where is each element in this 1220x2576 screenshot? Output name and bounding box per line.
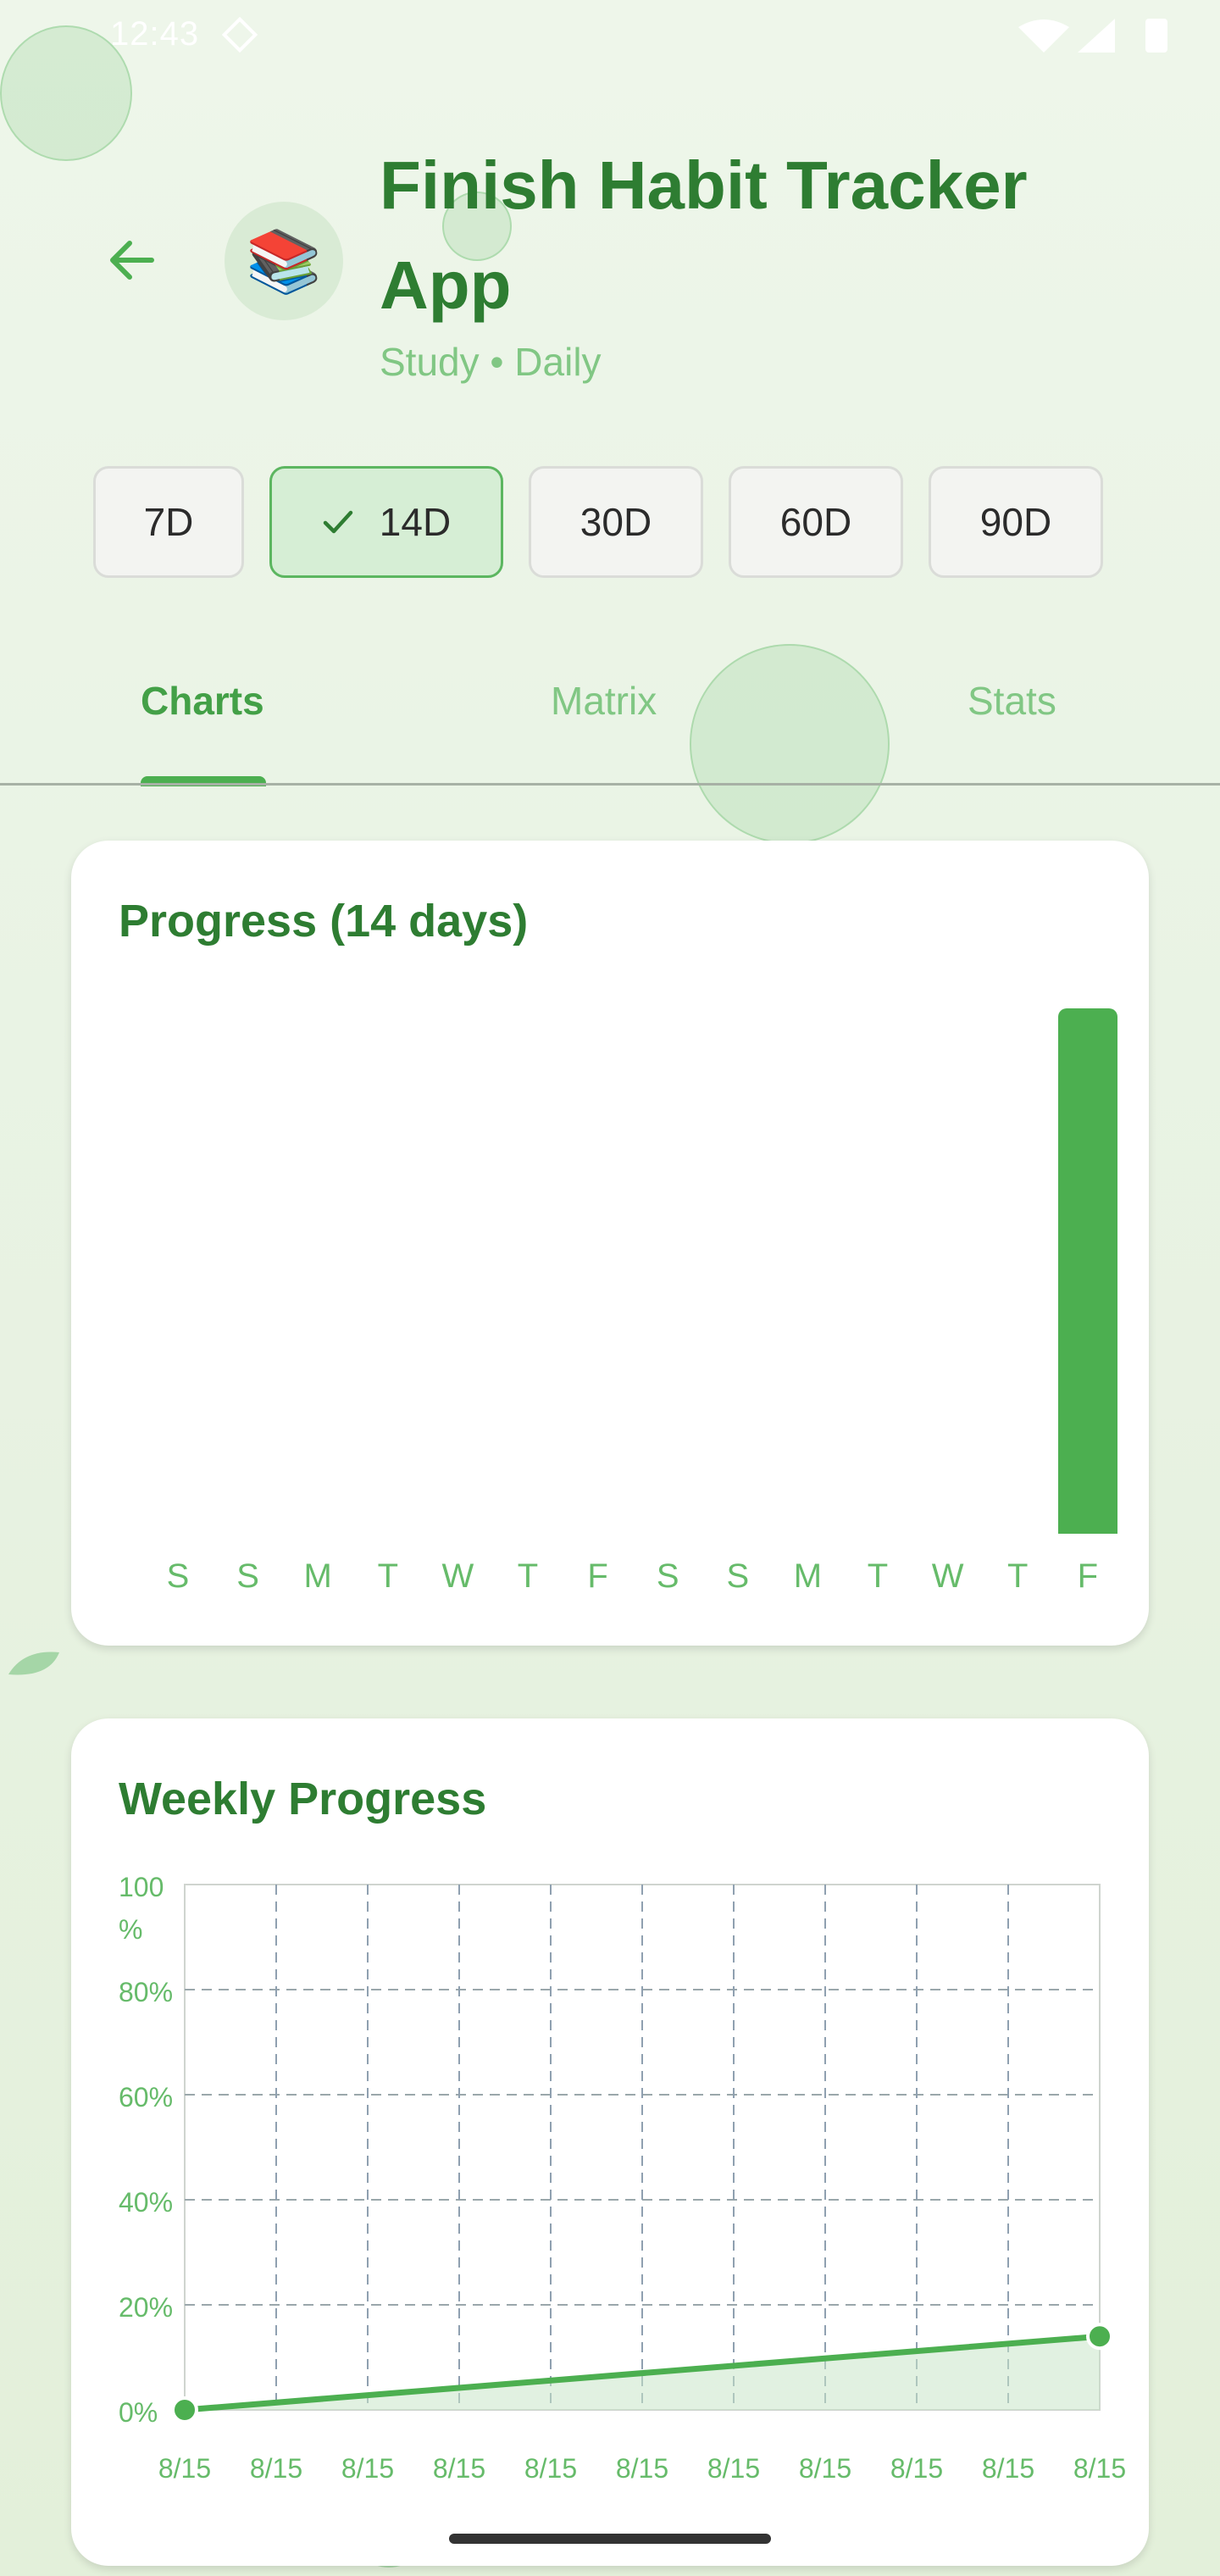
y-tick-label: 0% <box>119 2397 158 2428</box>
range-chip-30d[interactable]: 30D <box>529 466 703 578</box>
page-title: Finish Habit Tracker App <box>380 147 1028 323</box>
range-chip-label: 60D <box>779 500 852 544</box>
y-tick-label: 20% <box>119 2292 173 2323</box>
x-tick-label: 8/15 <box>524 2453 577 2484</box>
progress-bar <box>1057 1008 1117 1534</box>
status-bar: 12:43 <box>0 0 1220 71</box>
tab-charts[interactable]: Charts <box>141 678 264 724</box>
check-icon <box>323 510 353 534</box>
signal-icon <box>1078 19 1115 53</box>
tab-stats[interactable]: Stats <box>968 678 1056 724</box>
y-tick-label: 60% <box>119 2082 173 2112</box>
x-tick-label: 8/15 <box>890 2453 943 2484</box>
home-indicator <box>449 2534 771 2544</box>
progress-bar-chart: SSMTWTFSSMTWTF <box>71 841 1149 1654</box>
day-label: M <box>303 1557 332 1595</box>
x-tick-label: 8/15 <box>799 2453 851 2484</box>
y-tick-label: 40% <box>119 2187 173 2218</box>
x-tick-label: 8/15 <box>433 2453 485 2484</box>
y-tick-label: % <box>119 1914 142 1945</box>
day-label: W <box>931 1557 964 1595</box>
day-label: S <box>236 1557 259 1595</box>
page-subtitle: Study • Daily <box>380 340 602 384</box>
status-icons <box>1018 19 1167 53</box>
day-label: F <box>587 1557 608 1595</box>
battery-icon <box>1145 19 1167 53</box>
weekly-line-chart: 0% 20% 40% 60% 80% 100% 8/15 8/15 8/15 8/15 8/15 8/… <box>119 1872 1126 2484</box>
day-label: T <box>377 1557 399 1595</box>
series-point <box>1086 2323 1113 2351</box>
x-tick-label: 8/15 <box>707 2453 760 2484</box>
range-chip-label: 90D <box>979 500 1052 544</box>
range-chip-label: 14D <box>379 500 452 544</box>
range-chip-7d[interactable]: 7D <box>93 466 244 578</box>
y-tick-label: 100 <box>119 1872 164 1902</box>
leaf-icon <box>8 1652 59 1675</box>
status-time: 12:43 <box>110 15 200 53</box>
day-label: M <box>793 1557 823 1595</box>
series-point <box>171 2396 198 2423</box>
day-label: S <box>656 1557 679 1595</box>
day-label: T <box>1006 1557 1029 1595</box>
notification-diamond-icon <box>221 16 258 53</box>
weekly-progress-card: Weekly Progress 0% 20% 40% 60% 80% 100% 8/15 8/… <box>71 1718 1149 2566</box>
x-tick-label: 8/15 <box>1073 2453 1126 2484</box>
habit-avatar: 📚 <box>225 202 343 320</box>
day-label: S <box>166 1557 190 1595</box>
tab-divider <box>0 783 1220 786</box>
decorative-bubble <box>690 644 890 844</box>
range-chip-90d[interactable]: 90D <box>929 466 1103 578</box>
x-tick-label: 8/15 <box>982 2453 1034 2484</box>
range-chip-60d[interactable]: 60D <box>729 466 903 578</box>
x-tick-label: 8/15 <box>341 2453 394 2484</box>
arrow-left-icon <box>110 241 154 280</box>
range-chip-14d[interactable]: 14D <box>269 466 503 578</box>
tab-matrix[interactable]: Matrix <box>551 678 657 724</box>
day-label: T <box>867 1557 889 1595</box>
day-label: S <box>726 1557 750 1595</box>
x-tick-label: 8/15 <box>616 2453 668 2484</box>
day-label: T <box>517 1557 539 1595</box>
x-tick-label: 8/15 <box>250 2453 302 2484</box>
books-icon: 📚 <box>246 227 322 296</box>
back-button[interactable] <box>93 222 169 298</box>
progress-card: Progress (14 days) SSMTWTFSSMTWTF <box>71 841 1149 1646</box>
wifi-icon <box>1018 19 1069 53</box>
x-tick-label: 8/15 <box>158 2453 211 2484</box>
range-chip-label: 7D <box>143 500 194 544</box>
day-label: W <box>441 1557 474 1595</box>
day-label: F <box>1077 1557 1099 1595</box>
range-chip-label: 30D <box>580 500 652 544</box>
y-tick-label: 80% <box>119 1977 173 2007</box>
